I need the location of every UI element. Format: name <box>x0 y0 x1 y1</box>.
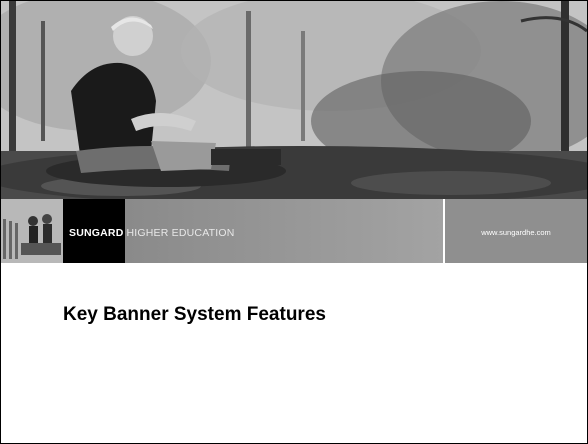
thumbnail-photo <box>1 199 63 263</box>
hero-photo <box>1 1 587 199</box>
slide: SUNGARD HIGHER EDUCATION www.sungardhe.co… <box>0 0 588 444</box>
thumbnail-photo-illustration <box>1 199 63 263</box>
website-url: www.sungardhe.com <box>481 228 551 237</box>
sungard-logo: SUNGARD HIGHER EDUCATION <box>69 226 235 240</box>
brand-name: SUNGARD <box>69 227 124 239</box>
brand-division: HIGHER EDUCATION <box>126 227 235 239</box>
hero-photo-illustration <box>1 1 587 199</box>
slide-title: Key Banner System Features <box>63 304 326 325</box>
